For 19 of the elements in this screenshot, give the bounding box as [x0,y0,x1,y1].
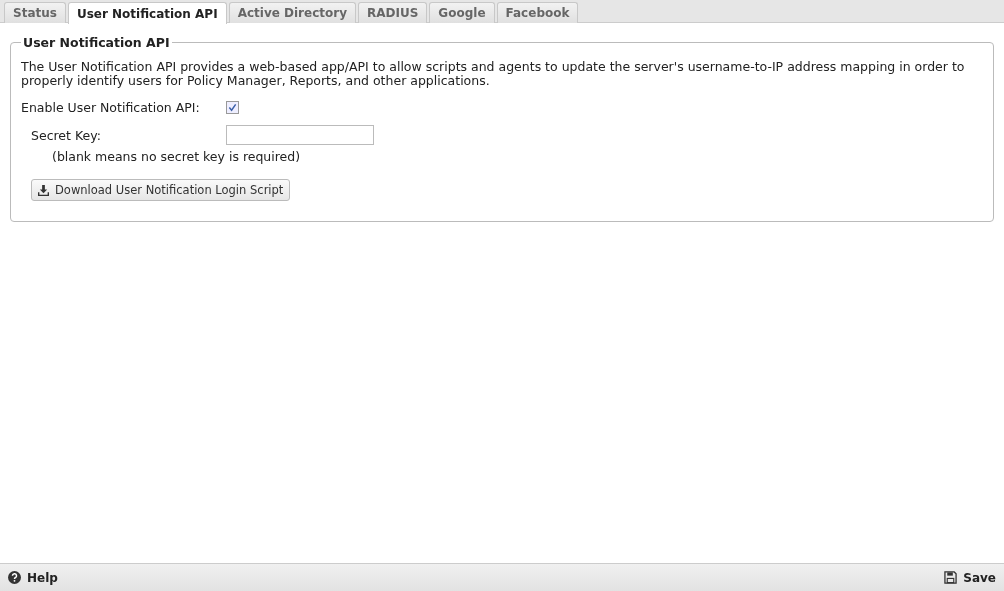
tab[interactable]: RADIUS [358,2,428,23]
tab[interactable]: Status [4,2,66,23]
secret-key-hint: (blank means no secret key is required) [52,149,302,164]
save-button[interactable]: Save [940,568,1000,587]
help-icon [8,571,21,584]
panel-title: User Notification API [22,35,171,50]
download-button[interactable]: Download User Notification Login Script [31,179,291,201]
description-text: The User Notification API provides a web-based app/API to allow scripts and agents to update the server's username-to-IP address mapping in order to properly identify users for Policy Manager, Reports, and other applications. [21,60,966,88]
tab[interactable]: Facebook [496,2,579,23]
secret-key-field[interactable] [226,125,374,145]
secret-key-label: Secret Key: [31,127,102,143]
enable-checkbox[interactable] [226,101,239,114]
help-button[interactable]: Help [4,568,62,587]
tab[interactable]: Google [429,2,495,23]
enable-label: Enable User Notification API: [21,100,201,115]
save-icon [944,571,958,584]
download-icon [38,184,49,196]
tab[interactable]: Active Directory [228,2,356,23]
tab[interactable]: User Notification API [67,2,227,24]
